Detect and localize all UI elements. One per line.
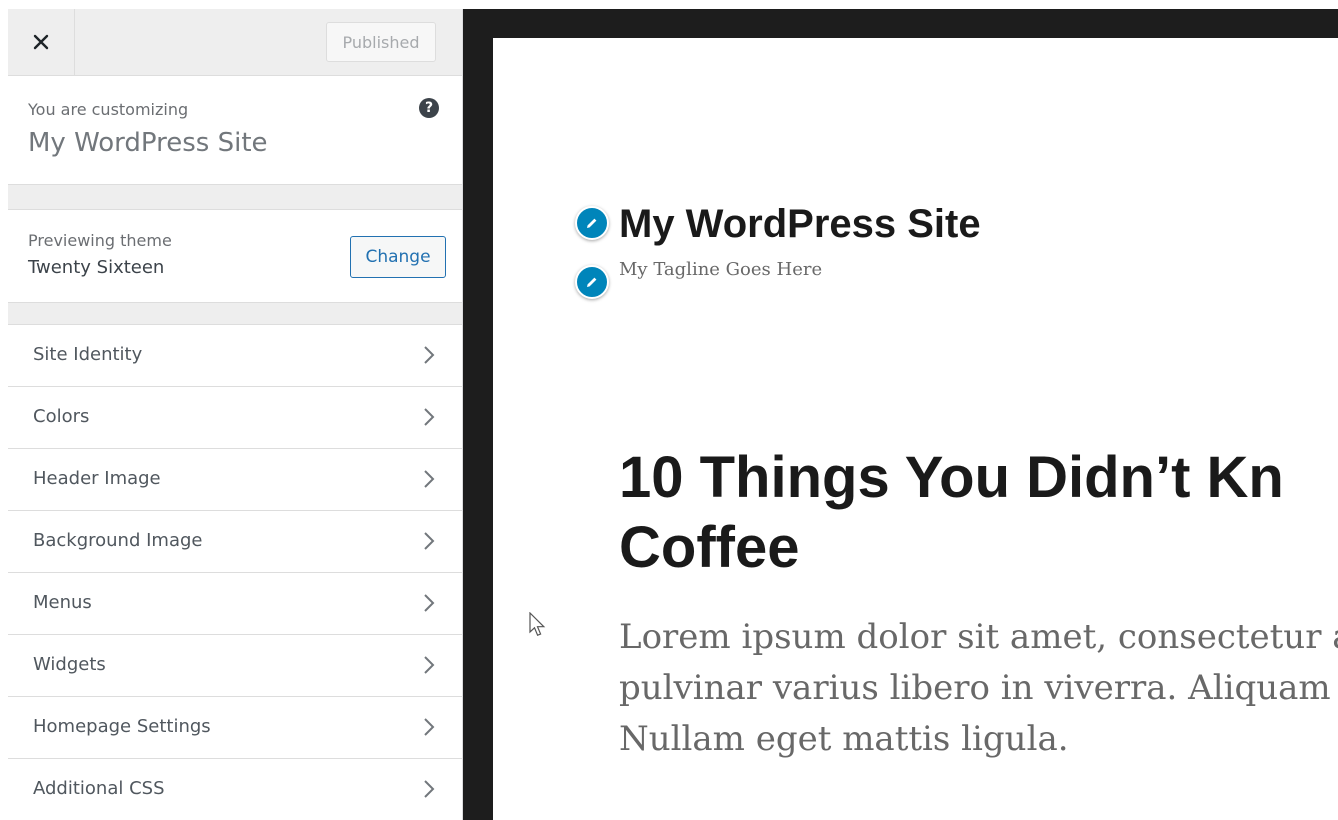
section-label: Background Image bbox=[33, 530, 203, 551]
edit-tagline-button[interactable] bbox=[575, 265, 609, 299]
mouse-pointer-icon bbox=[529, 612, 546, 636]
help-icon[interactable]: ? bbox=[419, 98, 439, 118]
post-title-line: 10 Things You Didn’t Kn bbox=[619, 445, 1284, 510]
excerpt-line: Nullam eget mattis ligula. bbox=[619, 719, 1069, 759]
close-icon bbox=[33, 34, 49, 50]
customizing-info: You are customizing My WordPress Site ? bbox=[8, 76, 462, 185]
section-label: Widgets bbox=[33, 654, 106, 675]
post-excerpt: Lorem ipsum dolor sit amet, consectetur … bbox=[619, 612, 1338, 765]
section-site-identity[interactable]: Site Identity bbox=[8, 324, 462, 386]
section-widgets[interactable]: Widgets bbox=[8, 634, 462, 696]
chevron-right-icon bbox=[424, 532, 435, 550]
section-colors[interactable]: Colors bbox=[8, 386, 462, 448]
site-name: My WordPress Site bbox=[28, 128, 268, 158]
sidebar-header: Published bbox=[8, 9, 462, 76]
section-additional-css[interactable]: Additional CSS bbox=[8, 758, 462, 820]
edit-site-title-button[interactable] bbox=[575, 206, 609, 240]
section-label: Homepage Settings bbox=[33, 716, 211, 737]
chevron-right-icon bbox=[424, 408, 435, 426]
theme-info: Previewing theme Twenty Sixteen Change bbox=[8, 209, 462, 303]
section-label: Additional CSS bbox=[33, 778, 165, 799]
chevron-right-icon bbox=[424, 594, 435, 612]
section-label: Header Image bbox=[33, 468, 161, 489]
excerpt-line: Lorem ipsum dolor sit amet, consectetur … bbox=[619, 617, 1338, 657]
excerpt-line: pulvinar varius libero in viverra. Aliqu… bbox=[619, 668, 1338, 708]
published-button[interactable]: Published bbox=[326, 22, 436, 62]
change-theme-button[interactable]: Change bbox=[350, 236, 446, 278]
section-homepage-settings[interactable]: Homepage Settings bbox=[8, 696, 462, 758]
chevron-right-icon bbox=[424, 780, 435, 798]
post-title[interactable]: 10 Things You Didn’t Kn Coffee bbox=[619, 443, 1338, 583]
previewing-theme-label: Previewing theme bbox=[28, 231, 172, 250]
section-label: Menus bbox=[33, 592, 92, 613]
section-label: Colors bbox=[33, 406, 90, 427]
chevron-right-icon bbox=[424, 656, 435, 674]
post-title-line: Coffee bbox=[619, 515, 800, 580]
customizing-label: You are customizing bbox=[28, 100, 189, 119]
pencil-icon bbox=[587, 277, 597, 287]
chevron-right-icon bbox=[424, 718, 435, 736]
theme-name: Twenty Sixteen bbox=[28, 257, 165, 278]
section-menus[interactable]: Menus bbox=[8, 572, 462, 634]
section-header-image[interactable]: Header Image bbox=[8, 448, 462, 510]
chevron-right-icon bbox=[424, 346, 435, 364]
section-label: Site Identity bbox=[33, 344, 143, 365]
section-background-image[interactable]: Background Image bbox=[8, 510, 462, 572]
close-button[interactable] bbox=[8, 9, 75, 75]
customizer-sidebar: Published You are customizing My WordPre… bbox=[8, 9, 463, 820]
site-preview: My WordPress Site My Tagline Goes Here 1… bbox=[493, 38, 1338, 820]
pencil-icon bbox=[587, 218, 597, 228]
customizer-sections: Site Identity Colors Header Image Backgr… bbox=[8, 324, 462, 820]
preview-site-title[interactable]: My WordPress Site bbox=[619, 202, 981, 247]
preview-tagline: My Tagline Goes Here bbox=[619, 259, 823, 280]
chevron-right-icon bbox=[424, 470, 435, 488]
customizer-screen: Published You are customizing My WordPre… bbox=[0, 0, 1338, 820]
